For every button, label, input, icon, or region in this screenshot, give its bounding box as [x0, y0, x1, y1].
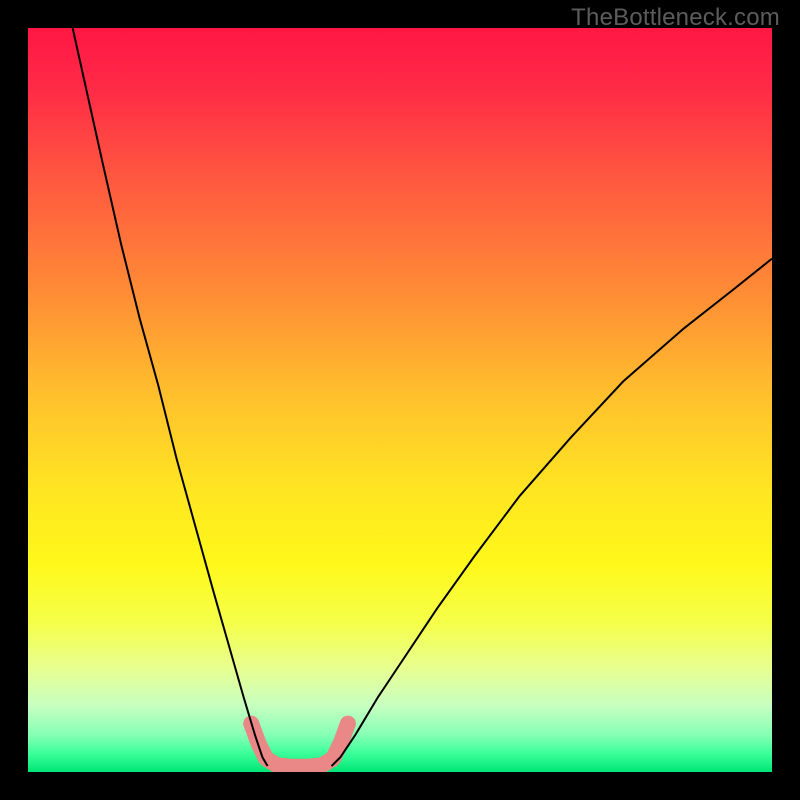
chart-frame: TheBottleneck.com — [0, 0, 800, 800]
gradient-background — [28, 28, 772, 772]
bottleneck-chart — [28, 28, 772, 772]
plot-area — [28, 28, 772, 772]
